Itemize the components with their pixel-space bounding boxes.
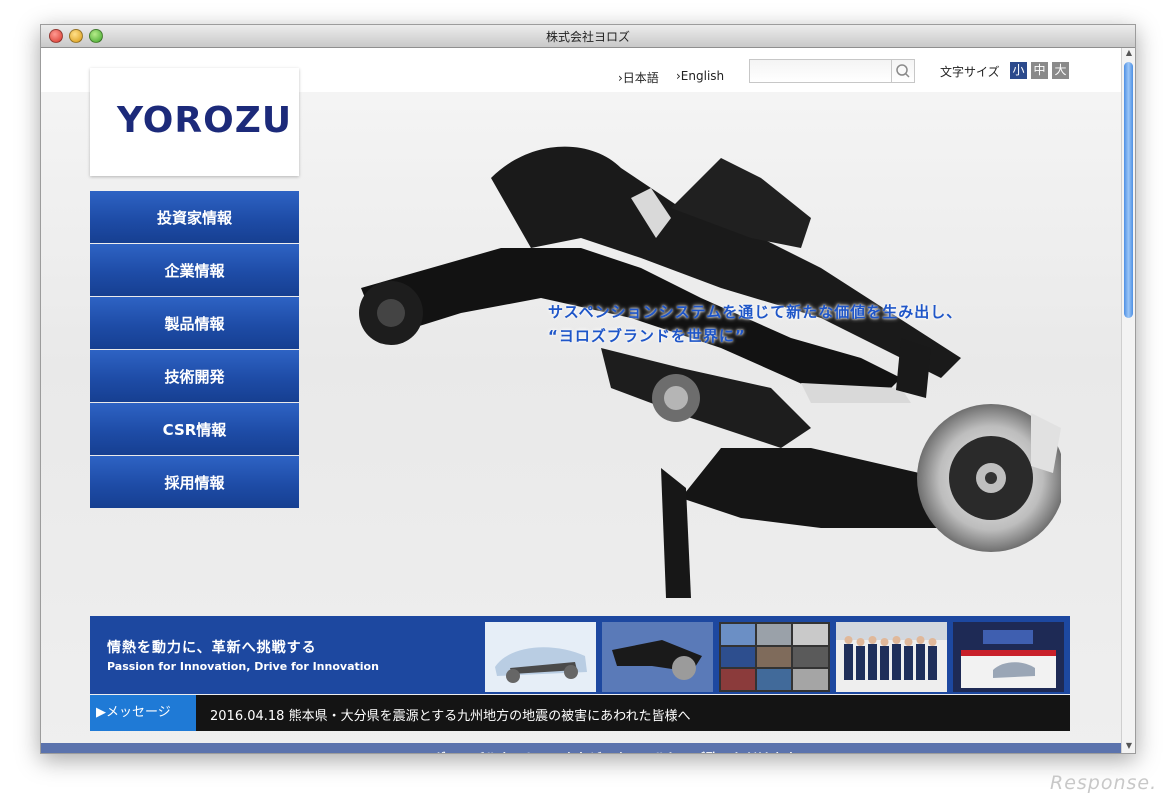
nav-products[interactable]: 製品情報 [90,297,299,349]
lang-english-link[interactable]: ›English [676,69,724,83]
thumbnail-suspension[interactable] [602,622,713,692]
hero-tagline: サスペンションシステムを通じて新たな価値を生み出し、 “ヨロズブランドを世界に” [548,300,962,348]
scroll-hint-bar[interactable]: ▼ ニュース・グローバルネットワークなどスクロールしてご覧いただけます。 [41,743,1121,753]
main-nav: 投資家情報 企業情報 製品情報 技術開発 CSR情報 採用情報 [90,191,299,509]
browser-window: 株式会社ヨロズ YOROZU ›日本語 ›English 文字サイズ 小 中 大… [40,24,1136,754]
message-tab[interactable]: ▶メッセージ [90,695,196,731]
news-bar: ▶メッセージ 2016.04.18 熊本県・大分県を震源とする九州地方の地震の被… [90,695,1070,731]
banner-title-en: Passion for Innovation, Drive for Innova… [107,660,379,673]
lang-japanese-link[interactable]: ›日本語 [618,69,659,86]
watermark: Response. [1050,772,1158,794]
search-button[interactable] [891,60,914,82]
vertical-scrollbar[interactable]: ▲ ▼ [1121,48,1135,753]
scroll-up-arrow-icon[interactable]: ▲ [1124,48,1134,58]
play-arrow-icon: ▶ [96,705,106,720]
nav-recruit[interactable]: 採用情報 [90,456,299,508]
search-input[interactable] [750,60,894,82]
thumbnail-staff-group[interactable] [836,622,947,692]
font-size-small-button[interactable]: 小 [1010,62,1027,79]
thumbnail-exhibition[interactable] [953,622,1064,692]
search-box [749,59,915,83]
innovation-banner[interactable]: 情熱を動力に、革新へ挑戦する Passion for Innovation, D… [90,616,1070,694]
tagline-line-1: サスペンションシステムを通じて新たな価値を生み出し、 [548,303,963,321]
font-size-large-button[interactable]: 大 [1052,62,1069,79]
nav-csr[interactable]: CSR情報 [90,403,299,455]
nav-technology[interactable]: 技術開発 [90,350,299,402]
suspension-hero-image [359,146,1061,598]
tagline-line-2: “ヨロズブランドを世界に” [548,327,746,345]
scroll-thumb[interactable] [1124,62,1133,318]
thumbnail-car-body[interactable] [485,622,596,692]
banner-title-jp: 情熱を動力に、革新へ挑戦する [107,640,317,656]
nav-investor-relations[interactable]: 投資家情報 [90,191,299,243]
page-viewport: YOROZU ›日本語 ›English 文字サイズ 小 中 大 投資家情報 企… [41,48,1121,753]
title-bar: 株式会社ヨロズ [41,25,1135,48]
scroll-down-arrow-icon[interactable]: ▼ [1124,741,1134,751]
font-size-label: 文字サイズ [940,65,1000,79]
news-message-link[interactable]: 2016.04.18 熊本県・大分県を震源とする九州地方の地震の被害にあわれた皆… [210,705,691,724]
logo[interactable]: YOROZU [90,68,299,176]
thumbnail-collage[interactable] [719,622,830,692]
message-tab-label: メッセージ [106,705,171,720]
search-icon [896,64,910,78]
nav-company-info[interactable]: 企業情報 [90,244,299,296]
font-size-medium-button[interactable]: 中 [1031,62,1048,79]
logo-text: YOROZU [117,100,293,141]
window-title: 株式会社ヨロズ [545,30,630,44]
